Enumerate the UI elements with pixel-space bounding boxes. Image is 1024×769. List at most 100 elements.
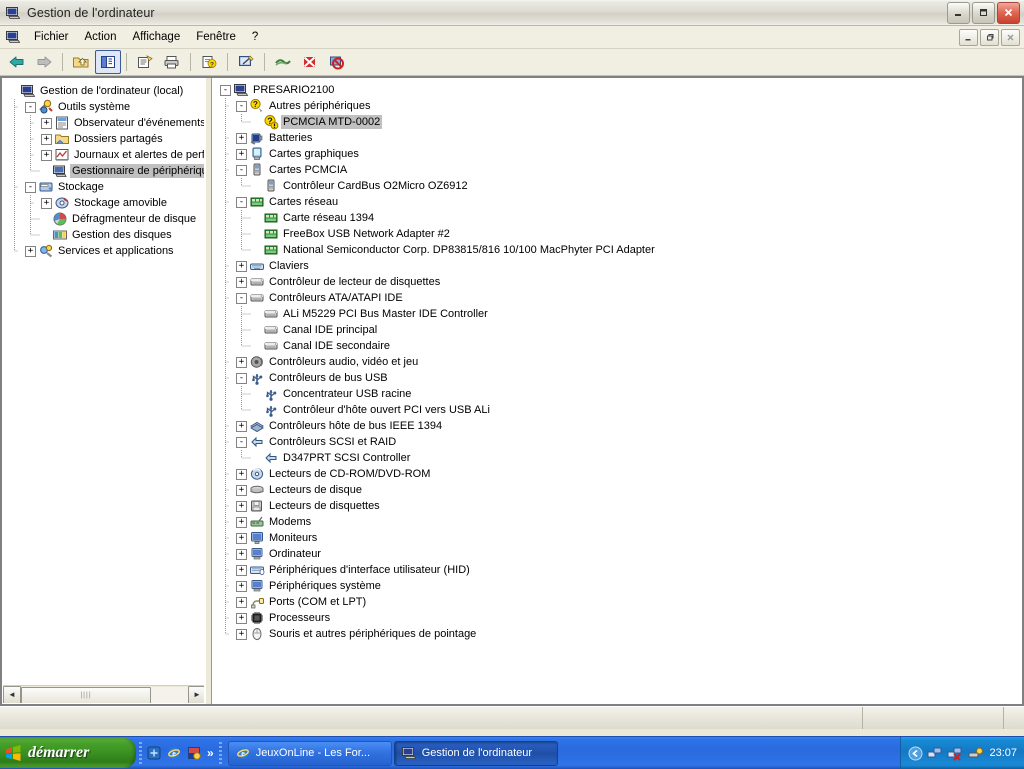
device-tree-item[interactable]: Contrôleur d'hôte ouvert PCI vers USB AL…	[218, 402, 1022, 418]
device-tree-item[interactable]: ? PCMCIA MTD-0002	[218, 114, 1022, 130]
scrollbar-track[interactable]: ||||	[21, 686, 188, 703]
media-player-icon[interactable]	[185, 745, 202, 762]
expand-icon[interactable]: +	[236, 132, 247, 144]
collapse-icon[interactable]: -	[220, 84, 231, 96]
pane-splitter[interactable]	[205, 78, 212, 704]
device-tree-item[interactable]: Canal IDE secondaire	[218, 338, 1022, 354]
expand-icon[interactable]: +	[236, 500, 247, 512]
quicklaunch-handle[interactable]	[139, 742, 142, 764]
device-tree-item[interactable]: + Ordinateur	[218, 546, 1022, 562]
uninstall-device-button[interactable]	[297, 50, 323, 74]
expand-icon[interactable]: +	[236, 420, 247, 432]
device-tree-item[interactable]: Concentrateur USB racine	[218, 386, 1022, 402]
console-tree-item[interactable]: Gestion des disques	[3, 227, 204, 243]
taskbar-button-gestion[interactable]: Gestion de l'ordinateur	[393, 740, 558, 766]
device-tree-item[interactable]: - Cartes PCMCIA	[218, 162, 1022, 178]
menu-affichage[interactable]: Affichage	[124, 29, 188, 45]
collapse-icon[interactable]: -	[236, 436, 247, 448]
taskbar-button-jeuxonline[interactable]: e JeuxOnLine - Les For...	[227, 740, 392, 766]
device-tree-item[interactable]: - Contrôleurs ATA/ATAPI IDE	[218, 290, 1022, 306]
device-tree-item[interactable]: Canal IDE principal	[218, 322, 1022, 338]
update-driver-button[interactable]	[270, 50, 296, 74]
expand-icon[interactable]: +	[236, 612, 247, 624]
expand-icon[interactable]: +	[236, 516, 247, 528]
console-tree-item[interactable]: - Outils système	[3, 99, 204, 115]
help-button[interactable]: ?	[196, 50, 222, 74]
menu-fichier[interactable]: Fichier	[26, 29, 77, 45]
collapse-icon[interactable]: -	[236, 100, 247, 112]
network-disconnected-icon[interactable]	[947, 745, 963, 761]
window-close-button[interactable]	[997, 1, 1020, 24]
collapse-icon[interactable]: -	[236, 196, 247, 208]
mdi-restore-button[interactable]	[980, 28, 999, 46]
device-tree[interactable]: - PRESARIO2100-? Autres périphériques? PCMC…	[218, 82, 1022, 642]
expand-icon[interactable]: +	[236, 276, 247, 288]
tasks-handle[interactable]	[218, 742, 222, 764]
device-tree-item[interactable]: Carte réseau 1394	[218, 210, 1022, 226]
device-tree-item[interactable]: - Cartes réseau	[218, 194, 1022, 210]
console-tree-item[interactable]: Gestionnaire de périphérique	[3, 163, 204, 179]
device-tree-item[interactable]: + Moniteurs	[218, 530, 1022, 546]
expand-icon[interactable]: +	[41, 117, 52, 129]
console-tree-item[interactable]: + Dossiers partagés	[3, 131, 204, 147]
console-tree-item[interactable]: + Services et applications	[3, 243, 204, 259]
device-tree-item[interactable]: + Souris et autres périphériques de point…	[218, 626, 1022, 642]
scroll-left-button[interactable]: ◄	[3, 685, 21, 703]
device-tree-item[interactable]: + Claviers	[218, 258, 1022, 274]
device-tree-item[interactable]: + Cartes graphiques	[218, 146, 1022, 162]
device-tree-item[interactable]: + Périphériques d'interface utilisateur (…	[218, 562, 1022, 578]
expand-icon[interactable]: +	[236, 484, 247, 496]
mdi-minimize-button[interactable]	[959, 28, 978, 46]
safely-remove-hardware-icon[interactable]	[967, 745, 984, 761]
console-tree-item[interactable]: Défragmenteur de disque	[3, 211, 204, 227]
device-tree-pane[interactable]: - PRESARIO2100-? Autres périphériques? PCMC…	[212, 78, 1022, 704]
mdi-close-button[interactable]	[1001, 28, 1020, 46]
taskbar-clock[interactable]: 23:07	[989, 747, 1017, 759]
back-button[interactable]	[4, 50, 30, 74]
show-hide-tree-button[interactable]	[95, 50, 121, 74]
menu-fenetre[interactable]: Fenêtre	[188, 29, 244, 45]
console-tree-item[interactable]: + Observateur d'événements	[3, 115, 204, 131]
show-desktop-icon[interactable]	[145, 745, 162, 762]
device-tree-item[interactable]: - Contrôleurs SCSI et RAID	[218, 434, 1022, 450]
expand-icon[interactable]: +	[25, 245, 36, 257]
device-tree-item[interactable]: ALi M5229 PCI Bus Master IDE Controller	[218, 306, 1022, 322]
expand-icon[interactable]: +	[236, 628, 247, 640]
network-connection-icon[interactable]	[927, 745, 943, 761]
scrollbar-thumb[interactable]: ||||	[21, 686, 151, 703]
device-tree-item[interactable]: + Lecteurs de disque	[218, 482, 1022, 498]
expand-icon[interactable]: +	[236, 596, 247, 608]
device-tree-item[interactable]: + Batteries	[218, 130, 1022, 146]
collapse-icon[interactable]: -	[236, 164, 247, 176]
device-tree-item[interactable]: + Périphériques système	[218, 578, 1022, 594]
device-tree-item[interactable]: National Semiconductor Corp. DP83815/816…	[218, 242, 1022, 258]
expand-icon[interactable]: +	[236, 580, 247, 592]
scroll-right-button[interactable]: ►	[188, 685, 204, 703]
menu-action[interactable]: Action	[77, 29, 125, 45]
expand-icon[interactable]: +	[41, 149, 52, 161]
collapse-icon[interactable]: -	[25, 181, 36, 193]
device-tree-item[interactable]: + Ports (COM et LPT)	[218, 594, 1022, 610]
console-tree-item[interactable]: - Stockage	[3, 179, 204, 195]
device-tree-item[interactable]: - Contrôleurs de bus USB	[218, 370, 1022, 386]
expand-icon[interactable]: +	[236, 532, 247, 544]
expand-icon[interactable]: +	[236, 468, 247, 480]
device-tree-item[interactable]: + Processeurs	[218, 610, 1022, 626]
expand-icon[interactable]: +	[236, 356, 247, 368]
scan-hardware-changes-button[interactable]	[233, 50, 259, 74]
collapse-icon[interactable]: -	[236, 292, 247, 304]
device-tree-item[interactable]: -? Autres périphériques	[218, 98, 1022, 114]
window-maximize-button[interactable]	[972, 1, 995, 24]
expand-icon[interactable]: +	[236, 548, 247, 560]
tray-expand-icon[interactable]	[907, 745, 923, 761]
menu-aide[interactable]: ?	[244, 29, 266, 45]
device-tree-item[interactable]: Contrôleur CardBus O2Micro OZ6912	[218, 178, 1022, 194]
expand-icon[interactable]: +	[236, 260, 247, 272]
device-tree-item[interactable]: + Modems	[218, 514, 1022, 530]
expand-icon[interactable]: +	[41, 133, 52, 145]
start-button[interactable]: démarrer	[0, 738, 136, 768]
expand-icon[interactable]: +	[41, 197, 52, 209]
properties-button[interactable]	[132, 50, 158, 74]
console-tree[interactable]: Gestion de l'ordinateur (local) - Outils s…	[3, 83, 204, 259]
device-tree-item[interactable]: + Contrôleur de lecteur de disquettes	[218, 274, 1022, 290]
